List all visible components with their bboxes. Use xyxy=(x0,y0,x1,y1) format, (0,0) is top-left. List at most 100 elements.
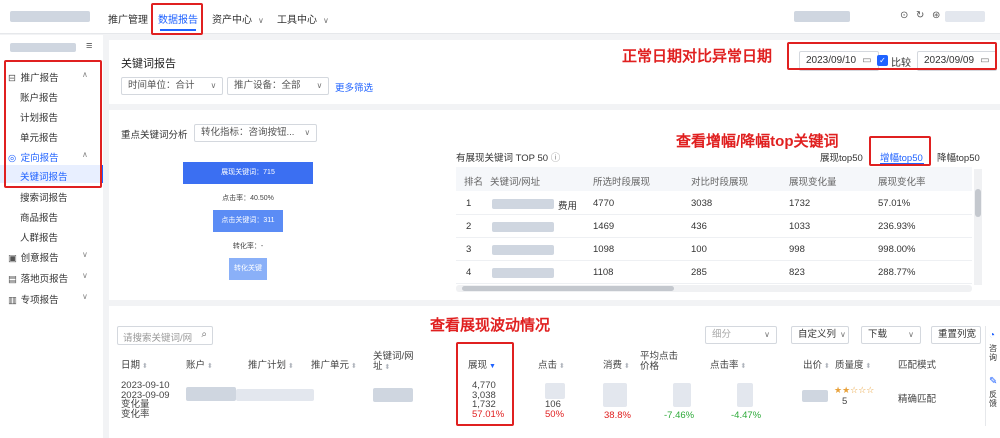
user-name xyxy=(945,11,985,22)
account-name xyxy=(794,11,850,22)
collapse-icon[interactable]: ≡ xyxy=(86,40,92,52)
current-cell: 4770 xyxy=(593,198,615,209)
segment-select[interactable]: 细分 ∨ xyxy=(705,326,777,344)
annotation-trend: 查看展现波动情况 xyxy=(430,317,551,334)
delta-cell: 1732 xyxy=(789,198,811,209)
clock-icon[interactable]: ⊙ xyxy=(900,10,908,21)
nav-tools-label: 工具中心 xyxy=(277,15,317,26)
chat-icon[interactable]: ◔ xyxy=(989,330,995,341)
analysis-label: 重点关键词分析 xyxy=(121,130,188,141)
scrollbar-thumb[interactable] xyxy=(975,189,981,217)
page-title: 关键词报告 xyxy=(121,58,176,70)
rank-cell: 3 xyxy=(466,244,472,255)
search-icon[interactable]: ⌕ xyxy=(201,329,207,340)
col-label: 匹配模式 xyxy=(898,360,937,371)
rank-cell: 4 xyxy=(466,267,472,278)
col-cost[interactable]: 消费 ⬍ xyxy=(603,357,630,371)
table-row[interactable]: 2 1469 436 1033 236.93% xyxy=(456,216,972,238)
sidebar-item-search-term[interactable]: 搜索词报告 xyxy=(20,190,68,204)
time-unit-label: 时间单位：合计 xyxy=(128,80,195,91)
sidebar-group-creative[interactable]: ▣ 创意报告 ∨ xyxy=(8,250,88,264)
delta-cell: 998 xyxy=(789,244,805,255)
sidebar-group-special[interactable]: ▥ 专项报告 ∨ xyxy=(8,292,88,306)
col-ctr[interactable]: 点击率 ⬍ xyxy=(710,357,746,371)
custom-columns-select[interactable]: 自定义列 ∨ xyxy=(791,326,849,344)
clicks-rate: 50% xyxy=(545,408,565,420)
keyword-redacted xyxy=(492,199,554,209)
device-label: 推广设备：全部 xyxy=(234,80,301,91)
chevron-down-icon: ∨ xyxy=(316,81,323,90)
nav-item-tools[interactable]: 工具中心 ∨ xyxy=(277,11,329,26)
sort-icon: ⬍ xyxy=(865,363,872,370)
col-match[interactable]: 匹配模式 xyxy=(898,357,936,371)
landing-icon: ▤ xyxy=(8,274,17,285)
reset-width-button[interactable]: 重置列宽 xyxy=(931,326,981,344)
annotation-date: 正常日期对比异常日期 xyxy=(622,48,773,65)
clicks-cell: 106 50% xyxy=(545,400,564,419)
keyword-search[interactable]: 请搜索关键词/网 ⌕ xyxy=(117,326,213,345)
sidebar-group-landing[interactable]: ▤ 落地页报告 ∨ xyxy=(8,271,88,285)
top-nav: 推广管理 数据报告 资产中心 ∨ 工具中心 ∨ ⊙ ↻ ⊛ xyxy=(0,0,1000,34)
scrollbar-thumb[interactable] xyxy=(462,286,674,291)
table-row[interactable]: 4 1108 285 823 288.77% xyxy=(456,262,972,284)
highlight-tab xyxy=(869,136,931,166)
col-plan[interactable]: 推广计划 ⬍ xyxy=(248,357,294,371)
download-label: 下载 xyxy=(868,329,888,340)
sort-icon: ⬍ xyxy=(824,363,830,370)
keyword-redacted xyxy=(492,245,554,255)
col-bid[interactable]: 出价 ⬍ xyxy=(803,357,830,371)
chevron-down-icon: ∨ xyxy=(323,16,329,25)
consult-button[interactable]: 咨询 xyxy=(989,344,999,362)
cpc-redacted xyxy=(673,383,691,407)
user-icon[interactable]: ⊛ xyxy=(932,10,940,21)
tab-decrease-top50[interactable]: 降幅top50 xyxy=(937,150,980,164)
chevron-down-icon: ∨ xyxy=(764,330,770,339)
cost-redacted xyxy=(603,383,627,407)
table-row[interactable]: 1 费用 4770 3038 1732 57.01% xyxy=(456,193,972,215)
col-keyword[interactable]: 关键词/网址 ⬍ xyxy=(373,352,421,373)
conversion-select[interactable]: 转化指标：咨询按钮... ∨ xyxy=(194,124,318,142)
quality-value: 5 xyxy=(842,396,848,407)
highlight-impressions xyxy=(456,342,514,426)
feedback-icon[interactable]: ✎ xyxy=(989,376,997,387)
nav-item-promotion[interactable]: 推广管理 xyxy=(108,11,148,26)
tab-impressions-top50[interactable]: 展现top50 xyxy=(820,150,863,164)
col-unit[interactable]: 推广单元 ⬍ xyxy=(311,357,357,371)
compare-cell: 100 xyxy=(691,244,707,255)
match-mode: 精确匹配 xyxy=(898,394,937,405)
highlight-date xyxy=(787,42,997,70)
col-label: 日期 xyxy=(121,360,141,371)
sort-icon: ⬍ xyxy=(142,363,148,370)
chevron-down-icon: ∨ xyxy=(82,250,88,259)
col-quality[interactable]: 质量度 ⬍ xyxy=(835,357,871,371)
col-cpc[interactable]: 平均点击价格 xyxy=(640,352,680,372)
col-label: 关键词/网址 xyxy=(373,351,414,372)
device-select[interactable]: 推广设备：全部 ∨ xyxy=(227,77,330,95)
custom-cols-label: 自定义列 xyxy=(798,329,837,340)
download-select[interactable]: 下载 ∨ xyxy=(861,326,921,344)
sidebar-item-product[interactable]: 商品报告 xyxy=(20,210,58,224)
clicks-redacted xyxy=(545,383,565,399)
time-unit-select[interactable]: 时间单位：合计 ∨ xyxy=(121,77,224,95)
rate-cell: 998.00% xyxy=(878,244,916,255)
col-account[interactable]: 账户 ⬍ xyxy=(186,357,213,371)
sort-icon: ⬍ xyxy=(384,364,391,371)
delta-cell: 1033 xyxy=(789,221,811,232)
top50-title-text: 有展现关键词 TOP 50 xyxy=(456,153,549,164)
sort-icon: ⬍ xyxy=(351,363,357,370)
col-label: 点击 xyxy=(538,360,558,371)
nav-item-assets[interactable]: 资产中心 ∨ xyxy=(212,11,264,26)
info-icon: ⓘ xyxy=(550,153,561,164)
vertical-scrollbar[interactable] xyxy=(974,169,982,285)
col-clicks[interactable]: 点击 ⬍ xyxy=(538,357,565,371)
feedback-button[interactable]: 反馈 xyxy=(989,390,999,408)
group-label: 落地页报告 xyxy=(20,274,69,285)
more-filters-link[interactable]: 更多筛选 xyxy=(335,80,373,94)
horizontal-scrollbar[interactable] xyxy=(456,285,972,292)
col-date[interactable]: 日期 ⬍ xyxy=(121,357,148,371)
sidebar-item-audience[interactable]: 人群报告 xyxy=(20,230,58,244)
top50-header-row: 排名 关键词/网址 所选时段展现 对比时段展现 展现变化量 展现变化率 xyxy=(456,169,972,191)
top50-title: 有展现关键词 TOP 50 ⓘ xyxy=(456,150,560,164)
table-row[interactable]: 3 1098 100 998 998.00% xyxy=(456,239,972,261)
refresh-icon[interactable]: ↻ xyxy=(916,10,924,21)
